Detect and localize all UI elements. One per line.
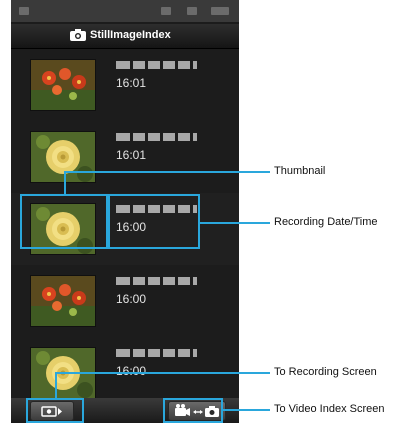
list-item[interactable]: 16:01 xyxy=(11,49,239,122)
recording-time: 16:01 xyxy=(116,148,147,162)
thumbnail-highlight xyxy=(20,194,108,249)
camera-icon xyxy=(70,29,86,41)
status-bar xyxy=(11,0,239,22)
title-bar: StillImageIndex xyxy=(11,24,239,49)
recording-time: 16:01 xyxy=(116,76,147,90)
thumbnail-label: Thumbnail xyxy=(274,165,326,177)
list-item[interactable]: 16:00 xyxy=(11,265,239,338)
recording-date-placeholder xyxy=(116,349,197,357)
recording-date-placeholder xyxy=(116,61,197,69)
thumbnail-leader-vertical xyxy=(64,171,66,195)
recording-time: 16:00 xyxy=(116,364,147,378)
battery-icon xyxy=(187,7,197,15)
recording-date-placeholder xyxy=(116,133,197,141)
thumbnail[interactable] xyxy=(30,131,96,183)
recording-date-placeholder xyxy=(116,277,197,285)
recording-time: 16:00 xyxy=(116,292,147,306)
record-button-highlight xyxy=(26,398,84,423)
to-video-index-screen-label: To Video Index Screen xyxy=(274,403,385,415)
recording-screen-leader-horizontal xyxy=(55,372,270,374)
notification-icon xyxy=(19,7,29,15)
recording-datetime-label: Recording Date/Time xyxy=(274,216,378,228)
signal-icon xyxy=(161,7,171,15)
thumbnail[interactable] xyxy=(30,59,96,111)
thumbnail-leader-horizontal xyxy=(64,171,270,173)
red-flowers-image xyxy=(31,60,95,110)
video-index-leader xyxy=(223,409,270,411)
red-flowers-image xyxy=(31,276,95,326)
recording-screen-leader-vertical xyxy=(55,372,57,399)
thumbnail[interactable] xyxy=(30,275,96,327)
clock-icon xyxy=(211,7,229,15)
yellow-rose-image xyxy=(31,132,95,182)
video-index-button-highlight xyxy=(163,398,223,423)
datetime-leader xyxy=(200,222,270,224)
recording-datetime-highlight xyxy=(108,194,200,249)
list-item[interactable]: 16:01 xyxy=(11,121,239,194)
to-recording-screen-label: To Recording Screen xyxy=(274,366,377,378)
app-title: StillImageIndex xyxy=(90,29,171,41)
